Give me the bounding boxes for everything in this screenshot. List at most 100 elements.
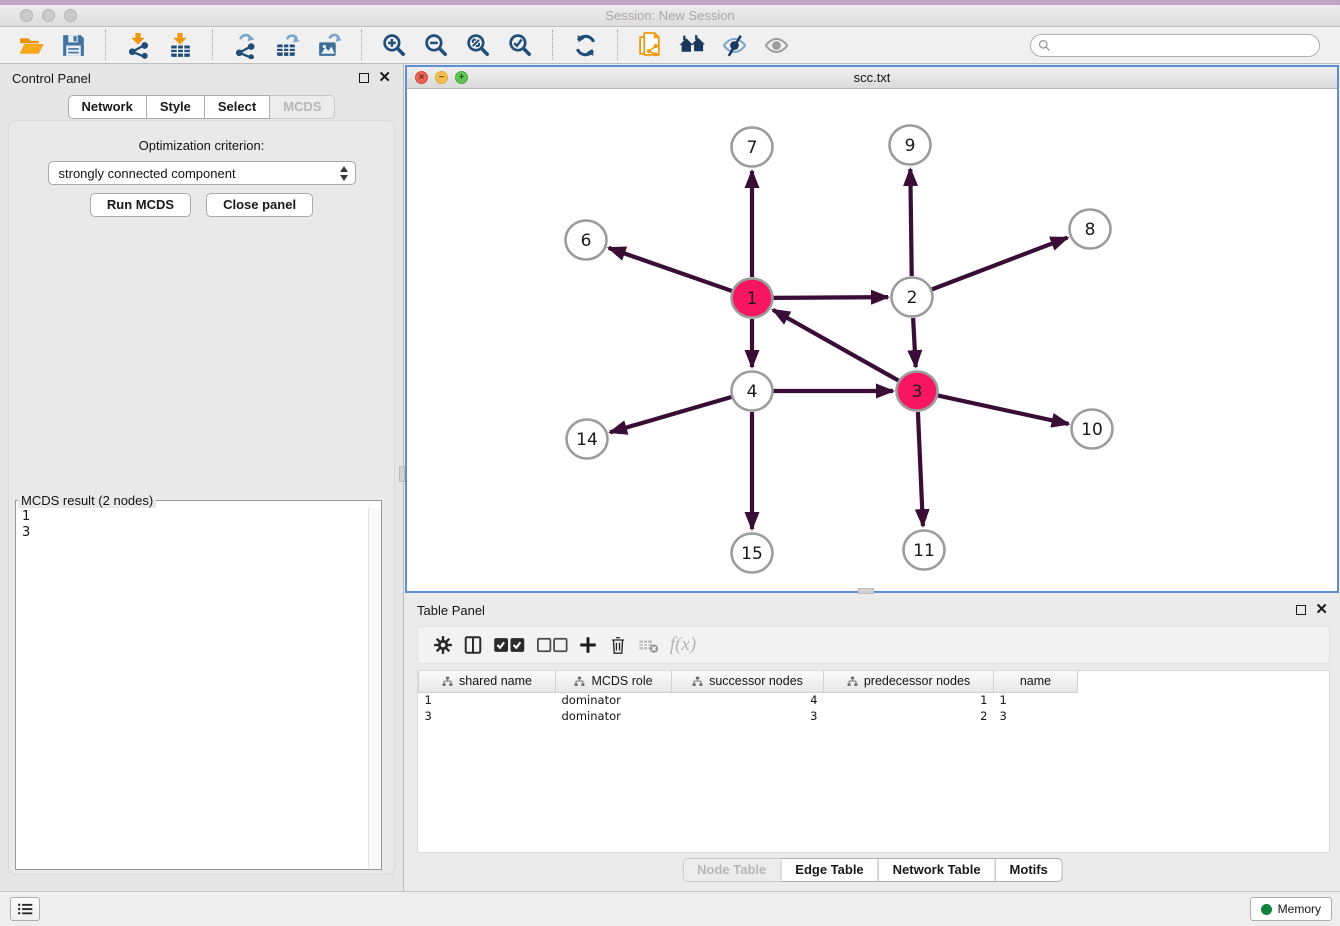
graph-edge-1-6[interactable] bbox=[609, 248, 733, 291]
delete-table-icon bbox=[633, 630, 665, 660]
graph-node-14[interactable]: 14 bbox=[567, 420, 608, 459]
import-table-icon[interactable] bbox=[164, 30, 196, 60]
node-table-container: shared nameMCDS rolesuccessor nodesprede… bbox=[417, 670, 1330, 853]
export-table-icon[interactable] bbox=[271, 30, 303, 60]
tab-style[interactable]: Style bbox=[147, 95, 205, 119]
table-cell[interactable]: 3 bbox=[419, 708, 556, 724]
graph-edge-3-1[interactable] bbox=[773, 310, 899, 381]
graph-node-15[interactable]: 15 bbox=[732, 534, 773, 573]
float-panel-icon[interactable] bbox=[359, 73, 369, 83]
delete-column-icon[interactable] bbox=[603, 630, 633, 660]
graph-edge-2-3[interactable] bbox=[913, 318, 916, 367]
column-header-predecessor-nodes[interactable]: predecessor nodes bbox=[824, 671, 994, 692]
table-cell[interactable]: dominator bbox=[556, 692, 672, 708]
export-image-icon[interactable] bbox=[313, 30, 345, 60]
zoom-out-icon[interactable] bbox=[420, 30, 452, 60]
tab-motifs[interactable]: Motifs bbox=[996, 858, 1063, 882]
column-header-shared-name[interactable]: shared name bbox=[419, 671, 556, 692]
result-scrollbar[interactable] bbox=[368, 508, 381, 869]
table-cell[interactable]: 1 bbox=[419, 692, 556, 708]
new-network-from-selection-icon[interactable] bbox=[634, 30, 666, 60]
close-panel-button[interactable]: Close panel bbox=[206, 193, 313, 217]
deselect-all-icon[interactable] bbox=[531, 630, 574, 660]
network-graph: 1 2 3 4 6 7 8 9 10 11 14 15 bbox=[407, 89, 1337, 591]
settings-icon[interactable] bbox=[428, 630, 458, 660]
table-panel-tabs: Node Table Edge Table Network Table Moti… bbox=[682, 858, 1063, 882]
table-cell[interactable]: 3 bbox=[672, 708, 824, 724]
save-session-icon[interactable] bbox=[57, 30, 89, 60]
first-neighbors-icon[interactable] bbox=[676, 30, 708, 60]
graph-node-11[interactable]: 11 bbox=[904, 531, 945, 570]
search-box[interactable] bbox=[1030, 34, 1320, 57]
table-cell[interactable]: 3 bbox=[994, 708, 1078, 724]
graph-node-label: 4 bbox=[747, 382, 758, 402]
graph-node-2[interactable]: 2 bbox=[892, 278, 933, 317]
refresh-layout-icon[interactable] bbox=[569, 30, 601, 60]
hide-selected-icon[interactable] bbox=[718, 30, 750, 60]
show-all-icon[interactable] bbox=[760, 30, 792, 60]
optimization-criterion-select[interactable]: strongly connected component bbox=[48, 161, 356, 185]
list-icon bbox=[17, 902, 34, 916]
tab-network[interactable]: Network bbox=[68, 95, 147, 119]
float-table-panel-icon[interactable] bbox=[1296, 605, 1306, 615]
add-column-icon[interactable] bbox=[573, 630, 603, 660]
open-session-icon[interactable] bbox=[15, 30, 47, 60]
horizontal-split-grip[interactable] bbox=[858, 588, 874, 594]
graph-node-6[interactable]: 6 bbox=[566, 221, 607, 260]
graph-node-4[interactable]: 4 bbox=[732, 372, 773, 411]
memory-button[interactable]: Memory bbox=[1250, 897, 1332, 921]
table-row[interactable]: 1dominator411 bbox=[419, 692, 1078, 708]
zoom-selected-icon[interactable] bbox=[504, 30, 536, 60]
tab-select[interactable]: Select bbox=[205, 95, 270, 119]
task-history-button[interactable] bbox=[10, 897, 40, 921]
table-cell[interactable]: 1 bbox=[994, 692, 1078, 708]
close-panel-icon[interactable]: ✕ bbox=[378, 73, 391, 83]
graph-edge-2-8[interactable] bbox=[932, 238, 1068, 290]
graph-edge-3-11[interactable] bbox=[918, 412, 923, 526]
network-window-titlebar[interactable]: × − + scc.txt bbox=[407, 67, 1337, 89]
table-panel: Table Panel ✕ f(x) shared nameMCDS roles… bbox=[405, 596, 1340, 889]
column-header-name[interactable]: name bbox=[994, 671, 1078, 692]
table-cell[interactable]: 4 bbox=[672, 692, 824, 708]
graph-edge-3-10[interactable] bbox=[938, 395, 1069, 423]
table-cell[interactable]: 1 bbox=[824, 692, 994, 708]
toolbar-separator bbox=[212, 30, 213, 60]
function-builder-icon: f(x) bbox=[665, 630, 701, 660]
close-table-panel-icon[interactable]: ✕ bbox=[1315, 605, 1328, 615]
columns-icon[interactable] bbox=[458, 630, 488, 660]
zoom-fit-icon[interactable] bbox=[462, 30, 494, 60]
run-mcds-button[interactable]: Run MCDS bbox=[90, 193, 191, 217]
graph-node-9[interactable]: 9 bbox=[890, 126, 931, 165]
graph-edge-4-14[interactable] bbox=[610, 397, 732, 432]
graph-node-8[interactable]: 8 bbox=[1070, 210, 1111, 249]
graph-node-label: 8 bbox=[1085, 220, 1096, 240]
graph-node-label: 15 bbox=[741, 544, 763, 564]
control-panel-header: Control Panel ✕ bbox=[0, 64, 403, 92]
graph-node-label: 3 bbox=[912, 382, 923, 402]
import-network-icon[interactable] bbox=[122, 30, 154, 60]
tab-mcds[interactable]: MCDS bbox=[270, 95, 335, 119]
zoom-in-icon[interactable] bbox=[378, 30, 410, 60]
memory-status-dot bbox=[1261, 904, 1272, 915]
table-panel-header: Table Panel ✕ bbox=[405, 596, 1340, 624]
graph-edge-1-2[interactable] bbox=[773, 297, 888, 298]
column-header-MCDS-role[interactable]: MCDS role bbox=[556, 671, 672, 692]
network-canvas[interactable]: 1 2 3 4 6 7 8 9 10 11 14 15 bbox=[407, 89, 1337, 591]
graph-node-1[interactable]: 1 bbox=[732, 279, 773, 318]
graph-node-3[interactable]: 3 bbox=[897, 372, 938, 411]
toolbar-separator bbox=[552, 30, 553, 60]
tab-node-table[interactable]: Node Table bbox=[682, 858, 781, 882]
export-network-icon[interactable] bbox=[229, 30, 261, 60]
graph-node-7[interactable]: 7 bbox=[732, 128, 773, 167]
table-cell[interactable]: 2 bbox=[824, 708, 994, 724]
graph-edge-2-9[interactable] bbox=[910, 169, 911, 276]
toolbar-separator bbox=[361, 30, 362, 60]
column-header-successor-nodes[interactable]: successor nodes bbox=[672, 671, 824, 692]
table-row[interactable]: 3dominator323 bbox=[419, 708, 1078, 724]
tab-edge-table[interactable]: Edge Table bbox=[781, 858, 878, 882]
tab-network-table[interactable]: Network Table bbox=[879, 858, 996, 882]
graph-node-10[interactable]: 10 bbox=[1072, 410, 1113, 449]
table-cell[interactable]: dominator bbox=[556, 708, 672, 724]
search-input[interactable] bbox=[1056, 38, 1312, 52]
select-all-icon[interactable] bbox=[488, 630, 531, 660]
